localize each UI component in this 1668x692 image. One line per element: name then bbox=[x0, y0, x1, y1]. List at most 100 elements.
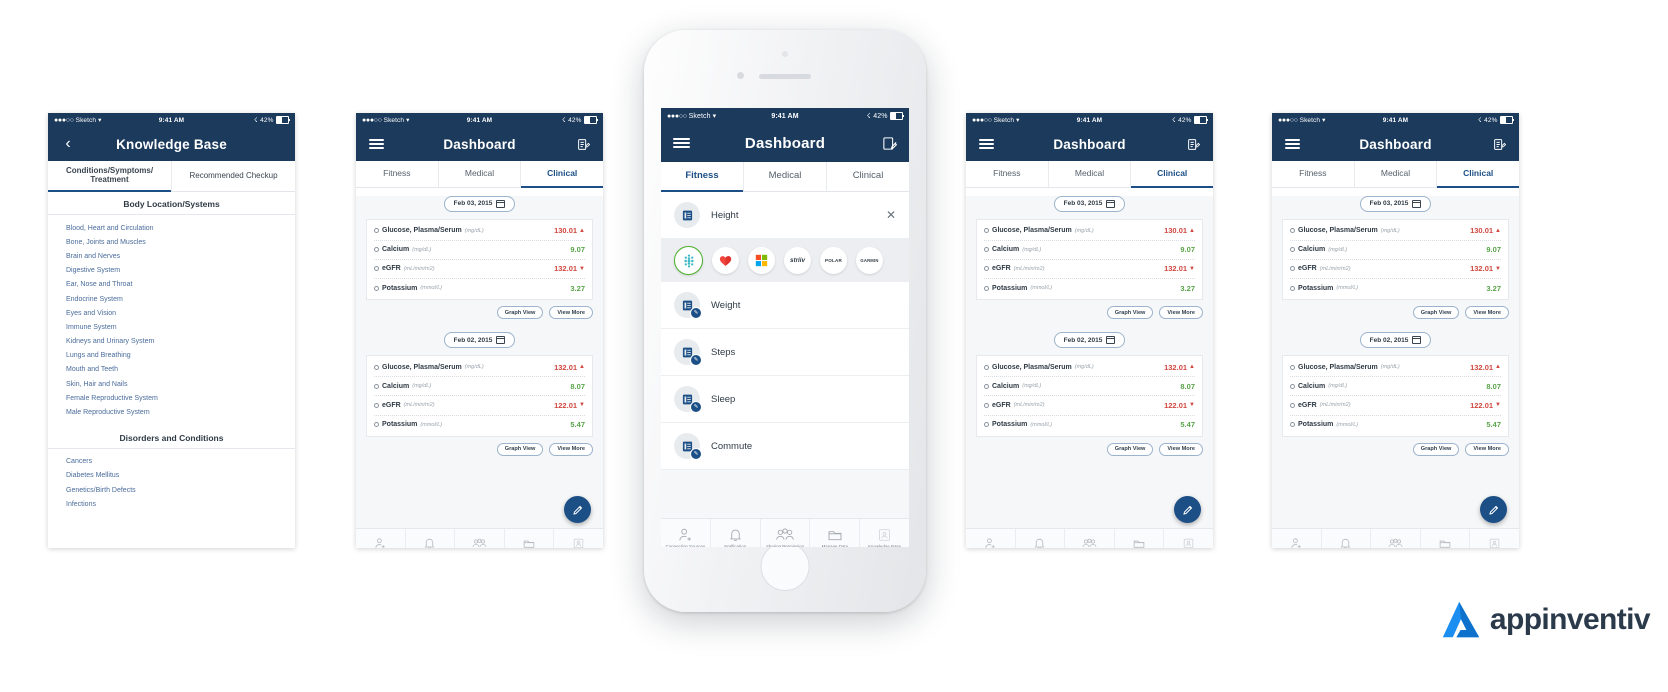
graph-view-button[interactable]: Graph View bbox=[496, 306, 544, 320]
close-icon[interactable]: ✕ bbox=[886, 209, 896, 221]
table-row[interactable]: Potassium (mmol/L) 5.47 bbox=[984, 416, 1195, 434]
view-more-button[interactable]: View More bbox=[1159, 442, 1203, 456]
list-item[interactable]: Bone, Joints and Muscles bbox=[66, 235, 295, 249]
list-item[interactable]: Genetics/Birth Defects bbox=[66, 483, 295, 497]
bottom-tab-connection-sources[interactable]: Connection Sources bbox=[966, 529, 1016, 548]
home-button[interactable] bbox=[760, 542, 810, 591]
add-record-fab[interactable] bbox=[1174, 496, 1201, 523]
fitness-item-commute[interactable]: ✎ Commute bbox=[661, 423, 909, 470]
bottom-tab-connection-sources[interactable]: Connection Sources bbox=[1272, 529, 1322, 548]
bottom-tab-sharing-permission[interactable]: Sharing Permission bbox=[455, 529, 505, 548]
add-record-fab[interactable] bbox=[564, 496, 591, 523]
date-pill[interactable]: Feb 02, 2015 bbox=[1053, 332, 1126, 348]
view-more-button[interactable]: View More bbox=[1465, 306, 1509, 320]
bottom-tab-manage-data[interactable]: Manage Data bbox=[505, 529, 555, 548]
table-row[interactable]: eGFR (mL/min/m2) 122.01 ▼ bbox=[374, 396, 585, 416]
date-pill[interactable]: Feb 02, 2015 bbox=[443, 332, 516, 348]
tab-medical[interactable]: Medical bbox=[1049, 161, 1132, 187]
hamburger-menu-icon[interactable] bbox=[671, 138, 691, 148]
bottom-tab-knowledge-base[interactable]: Knowledge Base bbox=[554, 529, 603, 548]
edit-badge-icon[interactable]: ✎ bbox=[690, 354, 702, 366]
list-item[interactable]: Male Reproductive System bbox=[66, 405, 295, 419]
date-pill[interactable]: Feb 02, 2015 bbox=[1359, 332, 1432, 348]
bottom-tab-sharing-permission[interactable]: Sharing Permission bbox=[1371, 529, 1421, 548]
edit-badge-icon[interactable]: ✎ bbox=[690, 307, 702, 319]
table-row[interactable]: eGFR (mL/min/m2) 132.01 ▼ bbox=[1290, 260, 1501, 280]
list-item[interactable]: Mouth and Teeth bbox=[66, 363, 295, 377]
date-pill[interactable]: Feb 03, 2015 bbox=[1053, 196, 1126, 212]
table-row[interactable]: Calcium (mg/dL) 9.07 bbox=[984, 241, 1195, 260]
list-item[interactable]: Skin, Hair and Nails bbox=[66, 377, 295, 391]
graph-view-button[interactable]: Graph View bbox=[1106, 306, 1154, 320]
bottom-tab-notification[interactable]: Notification bbox=[406, 529, 456, 548]
table-row[interactable]: Calcium (mg/dL) 9.07 bbox=[1290, 241, 1501, 260]
bottom-tab-manage-data[interactable]: Manage Data bbox=[1421, 529, 1471, 548]
table-row[interactable]: Calcium (mg/dL) 8.07 bbox=[1290, 377, 1501, 397]
list-item[interactable]: Ear, Nose and Throat bbox=[66, 278, 295, 292]
hamburger-menu-icon[interactable] bbox=[366, 139, 386, 149]
tab-fitness[interactable]: Fitness bbox=[661, 162, 744, 192]
table-row[interactable]: Potassium (mmol/L) 3.27 bbox=[374, 279, 585, 297]
fitness-item-weight[interactable]: ✎ Weight bbox=[661, 282, 909, 329]
table-row[interactable]: Glucose, Plasma/Serum (mg/dL) 130.01 ▲ bbox=[1290, 222, 1501, 241]
list-item[interactable]: Endocrine System bbox=[66, 292, 295, 306]
table-row[interactable]: Calcium (mg/dL) 9.07 bbox=[374, 241, 585, 260]
bottom-tab-knowledge-base[interactable]: Knowledge Base bbox=[1470, 529, 1519, 548]
fitness-item-height[interactable]: Height ✕ bbox=[661, 192, 909, 239]
view-more-button[interactable]: View More bbox=[1159, 306, 1203, 320]
hamburger-menu-icon[interactable] bbox=[1282, 139, 1302, 149]
list-item[interactable]: Eyes and Vision bbox=[66, 306, 295, 320]
tab-medical[interactable]: Medical bbox=[1355, 161, 1438, 187]
list-item[interactable]: Female Reproductive System bbox=[66, 391, 295, 405]
table-row[interactable]: eGFR (mL/min/m2) 132.01 ▼ bbox=[374, 260, 585, 280]
table-row[interactable]: Potassium (mmol/L) 5.47 bbox=[1290, 416, 1501, 434]
list-item[interactable]: Kidneys and Urinary System bbox=[66, 335, 295, 349]
bottom-tab-knowledge-base[interactable]: Knowledge Base bbox=[1164, 529, 1213, 548]
tab-medical[interactable]: Medical bbox=[439, 161, 522, 187]
tab-clinical[interactable]: Clinical bbox=[827, 162, 909, 191]
tab-medical[interactable]: Medical bbox=[744, 162, 827, 191]
table-row[interactable]: Potassium (mmol/L) 3.27 bbox=[1290, 279, 1501, 297]
table-row[interactable]: eGFR (mL/min/m2) 122.01 ▼ bbox=[1290, 396, 1501, 416]
table-row[interactable]: eGFR (mL/min/m2) 132.01 ▼ bbox=[984, 260, 1195, 280]
tab-conditions-symptoms-treatment[interactable]: Conditions/Symptoms/ Treatment bbox=[48, 161, 172, 192]
list-item[interactable]: Lungs and Breathing bbox=[66, 349, 295, 363]
tab-clinical[interactable]: Clinical bbox=[521, 161, 603, 188]
bottom-tab-connection-sources[interactable]: Connection Sources bbox=[356, 529, 406, 548]
list-item[interactable]: Digestive System bbox=[66, 264, 295, 278]
tab-fitness[interactable]: Fitness bbox=[1272, 161, 1355, 187]
fitness-item-steps[interactable]: ✎ Steps bbox=[661, 329, 909, 376]
bottom-tab-notification[interactable]: Notification bbox=[1016, 529, 1066, 548]
edit-note-icon[interactable] bbox=[1489, 138, 1509, 151]
fitness-item-sleep[interactable]: ✎ Sleep bbox=[661, 376, 909, 423]
edit-badge-icon[interactable]: ✎ bbox=[690, 448, 702, 460]
table-row[interactable]: Potassium (mmol/L) 3.27 bbox=[984, 279, 1195, 297]
edit-badge-icon[interactable]: ✎ bbox=[690, 401, 702, 413]
list-item[interactable]: Infections bbox=[66, 497, 295, 511]
list-item[interactable]: Immune System bbox=[66, 320, 295, 334]
bottom-tab-notification[interactable]: Notification bbox=[1322, 529, 1372, 548]
add-record-fab[interactable] bbox=[1480, 496, 1507, 523]
table-row[interactable]: eGFR (mL/min/m2) 122.01 ▼ bbox=[984, 396, 1195, 416]
bottom-tab-knowledge-base[interactable]: Knowledge Base bbox=[860, 519, 909, 547]
table-row[interactable]: Potassium (mmol/L) 5.47 bbox=[374, 416, 585, 434]
view-more-button[interactable]: View More bbox=[549, 306, 593, 320]
table-row[interactable]: Glucose, Plasma/Serum (mg/dL) 132.01 ▲ bbox=[374, 358, 585, 378]
view-more-button[interactable]: View More bbox=[549, 442, 593, 456]
graph-view-button[interactable]: Graph View bbox=[1106, 442, 1154, 456]
tab-fitness[interactable]: Fitness bbox=[356, 161, 439, 187]
tab-fitness[interactable]: Fitness bbox=[966, 161, 1049, 187]
source-fitbit-icon[interactable] bbox=[674, 246, 703, 275]
source-microsoft-health-icon[interactable] bbox=[748, 247, 775, 274]
graph-view-button[interactable]: Graph View bbox=[496, 442, 544, 456]
graph-view-button[interactable]: Graph View bbox=[1412, 442, 1460, 456]
list-item[interactable]: Cancers bbox=[66, 455, 295, 469]
bottom-tab-manage-data[interactable]: Manage Data bbox=[810, 519, 861, 547]
list-item[interactable]: Brain and Nerves bbox=[66, 249, 295, 263]
table-row[interactable]: Glucose, Plasma/Serum (mg/dL) 132.01 ▲ bbox=[1290, 358, 1501, 378]
table-row[interactable]: Glucose, Plasma/Serum (mg/dL) 130.01 ▲ bbox=[374, 222, 585, 241]
date-pill[interactable]: Feb 03, 2015 bbox=[443, 196, 516, 212]
date-pill[interactable]: Feb 03, 2015 bbox=[1359, 196, 1432, 212]
edit-note-icon[interactable] bbox=[879, 136, 899, 151]
table-row[interactable]: Glucose, Plasma/Serum (mg/dL) 130.01 ▲ bbox=[984, 222, 1195, 241]
